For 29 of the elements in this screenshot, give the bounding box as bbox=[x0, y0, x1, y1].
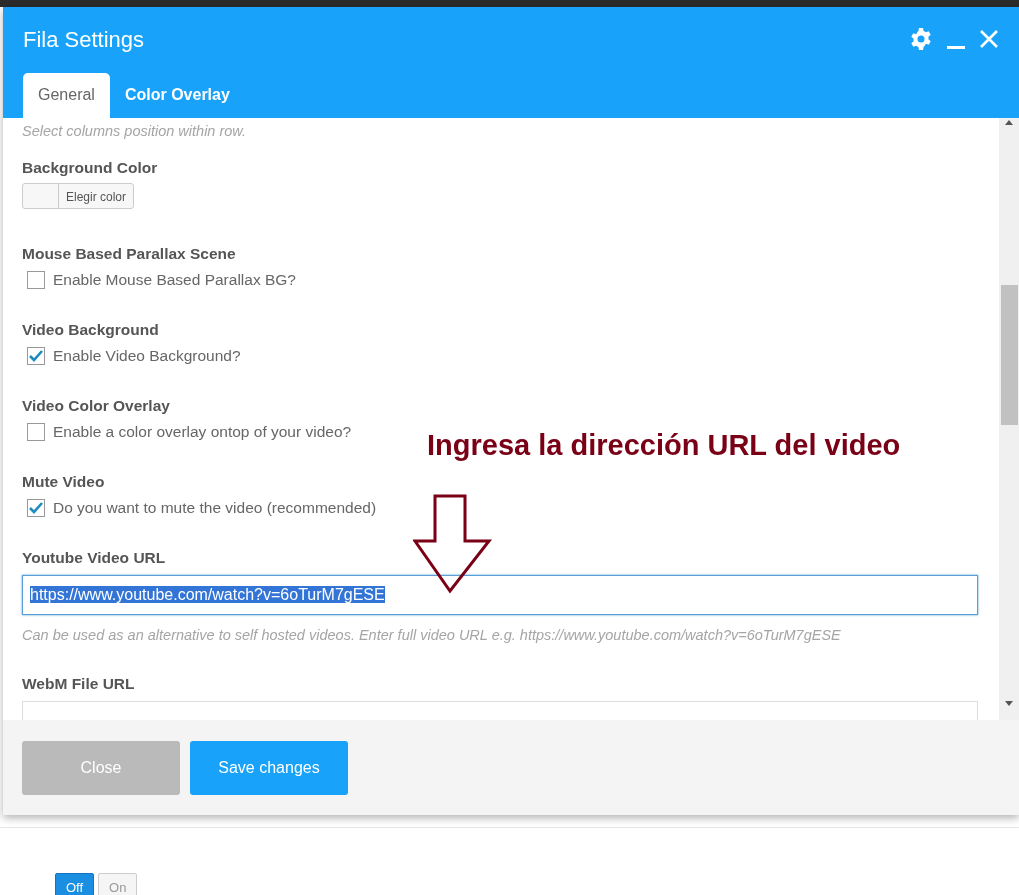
checkbox[interactable] bbox=[27, 499, 45, 517]
tab[interactable]: Color Overlay bbox=[109, 73, 245, 118]
hint-text: Select columns position within row. bbox=[22, 122, 248, 141]
checkbox-label: Enable a color overlay ontop of your video? bbox=[53, 422, 352, 442]
color-picker-button[interactable]: Elegir color bbox=[22, 183, 135, 209]
toggle-option[interactable]: Off bbox=[55, 873, 95, 895]
checkbox-label: Enable Mouse Based Parallax BG? bbox=[53, 270, 296, 290]
field-label: Background Color bbox=[22, 158, 159, 178]
annotation-text: Ingresa la dirección URL del video bbox=[427, 428, 901, 463]
field-label: WebM File URL bbox=[22, 674, 136, 694]
field-label: Video Color Overlay bbox=[22, 396, 171, 416]
field-label: Youtube Video URL bbox=[22, 548, 167, 568]
settings-icon[interactable] bbox=[909, 27, 933, 51]
checkbox-label: Enable Video Background? bbox=[53, 346, 241, 366]
input-field[interactable]: https://www.youtube.com/watch?v=6oTurM7gESE bbox=[22, 575, 978, 615]
dialog-title: Fila Settings bbox=[23, 26, 145, 54]
checkbox[interactable] bbox=[27, 347, 45, 365]
save-button[interactable]: Save changes bbox=[190, 741, 348, 795]
toggle-option[interactable]: On bbox=[98, 873, 138, 895]
checkbox[interactable] bbox=[27, 423, 45, 441]
tab[interactable]: General bbox=[23, 73, 110, 118]
down-arrow-icon bbox=[413, 494, 493, 594]
checkbox[interactable] bbox=[27, 271, 45, 289]
checkbox-label: Do you want to mute the video (recommended) bbox=[53, 498, 377, 518]
field-label: Mute Video bbox=[22, 472, 106, 492]
field-label: Mouse Based Parallax Scene bbox=[22, 244, 237, 264]
field-label: Video Background bbox=[22, 320, 160, 340]
help-text: Can be used as an alternative to self hosted videos. Enter full video URL e.g. https://www.youtube.com/watch?v=6oTurM7gESE bbox=[22, 626, 842, 645]
close-button[interactable]: Close bbox=[22, 741, 180, 795]
